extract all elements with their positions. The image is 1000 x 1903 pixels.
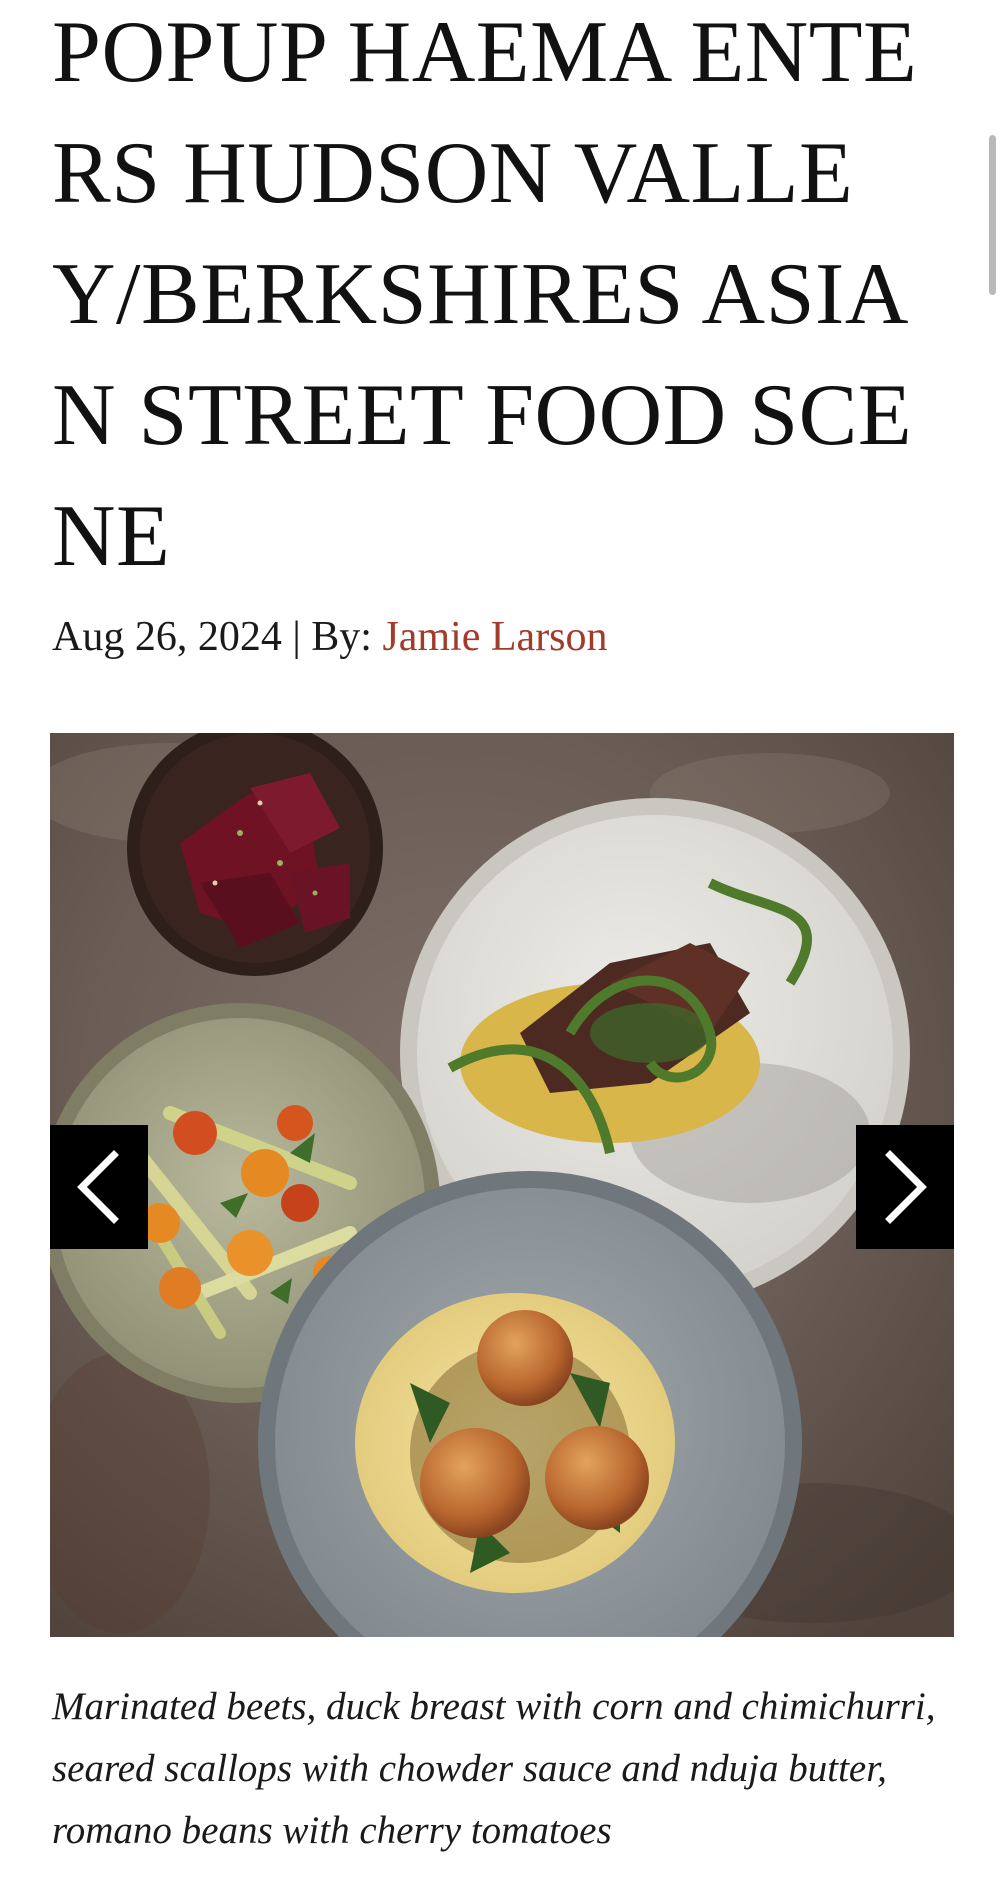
article-title: POPUP HAEMA ENTERS HUDSON VALLEY/BERKSHI…	[52, 4, 918, 585]
image-caption: Marinated beets, duck breast with corn a…	[52, 1685, 936, 1852]
carousel-next-button[interactable]	[856, 1125, 954, 1249]
author-link[interactable]: Jamie Larson	[382, 614, 607, 660]
image-carousel	[50, 733, 954, 1637]
chevron-left-icon	[77, 1150, 119, 1224]
article-page: POPUP HAEMA ENTERS HUDSON VALLEY/BERKSHI…	[0, 0, 1000, 1903]
page-scrollbar[interactable]	[989, 135, 996, 295]
byline: Aug 26, 2024 | By: Jamie Larson	[52, 612, 608, 662]
publish-date: Aug 26, 2024	[52, 614, 282, 660]
carousel-photo	[50, 733, 954, 1637]
byline-separator: | By:	[281, 614, 383, 660]
chevron-right-icon	[885, 1150, 927, 1224]
carousel-prev-button[interactable]	[50, 1125, 148, 1249]
